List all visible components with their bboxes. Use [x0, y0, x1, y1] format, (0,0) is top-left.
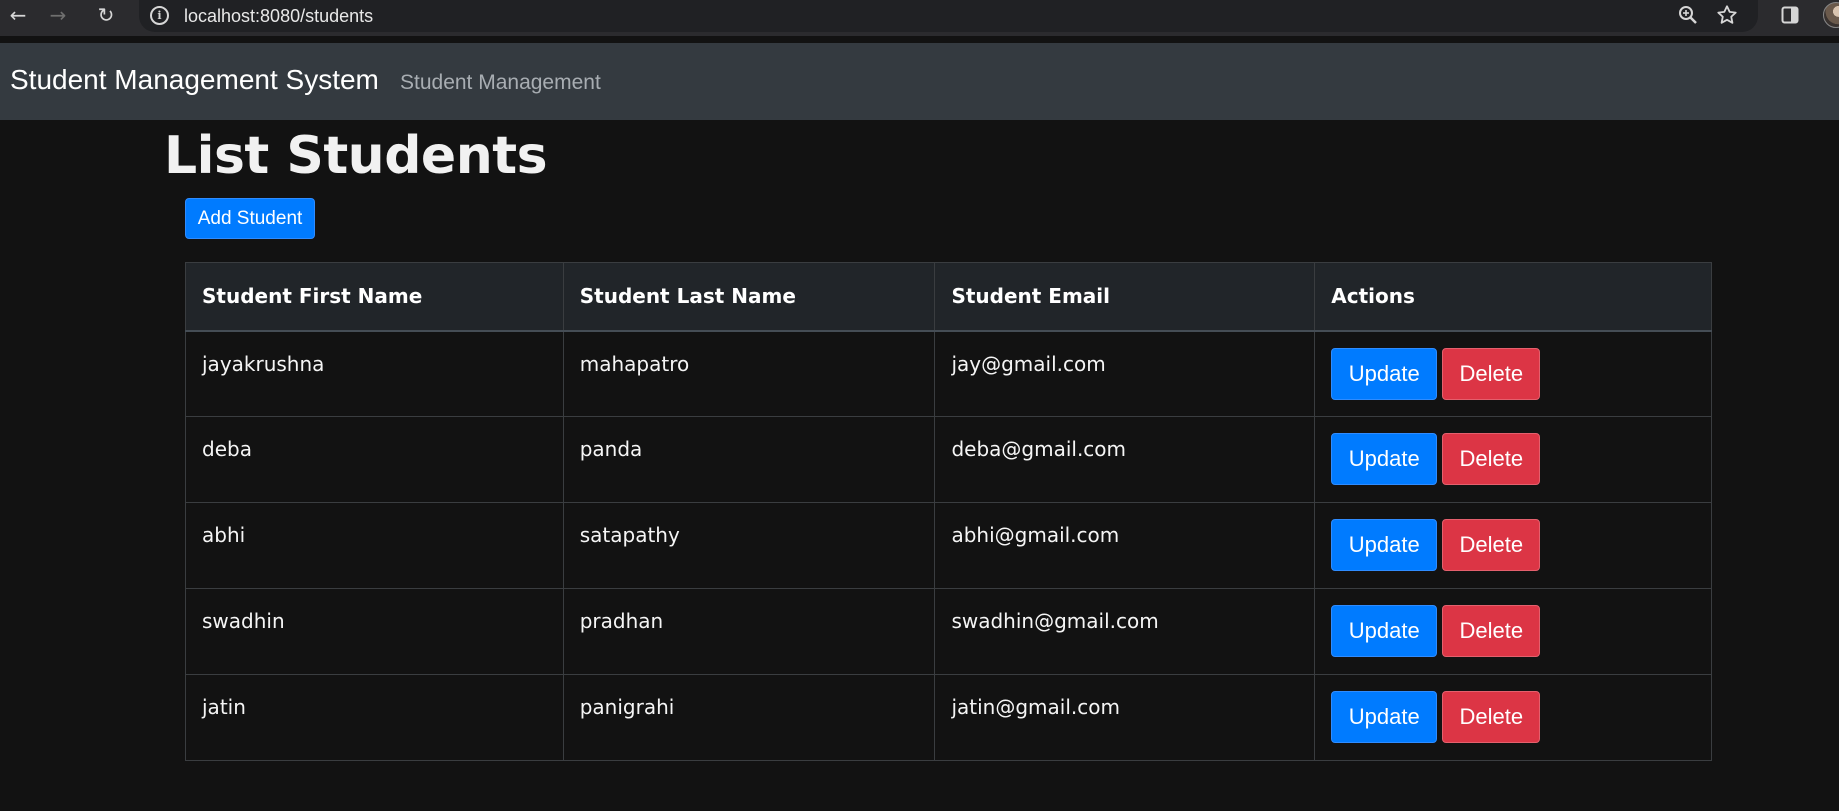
cell-last-name: panda: [562, 416, 936, 503]
cell-actions: Update Delete: [1314, 674, 1712, 761]
delete-button[interactable]: Delete: [1442, 605, 1541, 657]
cell-email: swadhin@gmail.com: [934, 588, 1316, 675]
url-text[interactable]: localhost:8080/students: [184, 6, 373, 27]
cell-actions: Update Delete: [1314, 502, 1712, 589]
delete-button[interactable]: Delete: [1442, 519, 1541, 571]
update-button[interactable]: Update: [1331, 605, 1438, 657]
cell-actions: Update Delete: [1314, 588, 1712, 675]
profile-avatar[interactable]: [1823, 2, 1839, 28]
cell-actions: Update Delete: [1314, 416, 1712, 503]
table-row: deba panda deba@gmail.com Update Delete: [185, 416, 1712, 503]
side-panel-icon[interactable]: [1775, 0, 1805, 30]
table-header-row: Student First Name Student Last Name Stu…: [185, 262, 1712, 332]
cell-first-name: jatin: [185, 674, 564, 761]
table-row: jayakrushna mahapatro jay@gmail.com Upda…: [185, 330, 1712, 417]
delete-button[interactable]: Delete: [1442, 347, 1541, 400]
cell-actions: Update Delete: [1314, 330, 1712, 417]
zoom-icon[interactable]: [1672, 0, 1704, 30]
table-row: jatin panigrahi jatin@gmail.com Update De…: [185, 674, 1712, 761]
update-button[interactable]: Update: [1331, 519, 1438, 571]
column-header-last-name: Student Last Name: [562, 262, 936, 332]
nav-link-student-management[interactable]: Student Management: [400, 72, 601, 93]
browser-toolbar: ← → ↻ i localhost:8080/students: [0, 0, 1839, 36]
table-row: abhi satapathy abhi@gmail.com Update Dele…: [185, 502, 1712, 589]
students-table: Student First Name Student Last Name Stu…: [185, 262, 1712, 761]
cell-email: jay@gmail.com: [934, 330, 1316, 417]
forward-arrow-icon[interactable]: →: [40, 0, 76, 30]
bookmark-star-icon[interactable]: [1711, 0, 1743, 30]
cell-email: deba@gmail.com: [934, 416, 1316, 503]
update-button[interactable]: Update: [1331, 347, 1438, 400]
cell-email: jatin@gmail.com: [934, 674, 1316, 761]
cell-last-name: satapathy: [562, 502, 936, 589]
site-info-icon[interactable]: i: [150, 6, 169, 25]
column-header-actions: Actions: [1314, 262, 1712, 332]
update-button[interactable]: Update: [1331, 691, 1438, 743]
update-button[interactable]: Update: [1331, 433, 1438, 485]
cell-email: abhi@gmail.com: [934, 502, 1316, 589]
table-row: swadhin pradhan swadhin@gmail.com Update…: [185, 588, 1712, 675]
cell-first-name: swadhin: [185, 588, 564, 675]
column-header-first-name: Student First Name: [185, 262, 564, 332]
delete-button[interactable]: Delete: [1442, 691, 1541, 743]
back-arrow-icon[interactable]: ←: [0, 0, 36, 30]
cell-last-name: pradhan: [562, 588, 936, 675]
cell-first-name: abhi: [185, 502, 564, 589]
cell-last-name: panigrahi: [562, 674, 936, 761]
delete-button[interactable]: Delete: [1442, 433, 1541, 485]
cell-first-name: deba: [185, 416, 564, 503]
cell-last-name: mahapatro: [562, 330, 936, 417]
add-student-button[interactable]: Add Student: [185, 198, 315, 239]
address-bar[interactable]: i localhost:8080/students: [139, 0, 1758, 32]
reload-icon[interactable]: ↻: [88, 0, 124, 30]
navbar-brand[interactable]: Student Management System: [10, 66, 379, 94]
cell-first-name: jayakrushna: [185, 330, 564, 417]
page-title: List Students: [164, 126, 548, 186]
column-header-email: Student Email: [934, 262, 1316, 332]
